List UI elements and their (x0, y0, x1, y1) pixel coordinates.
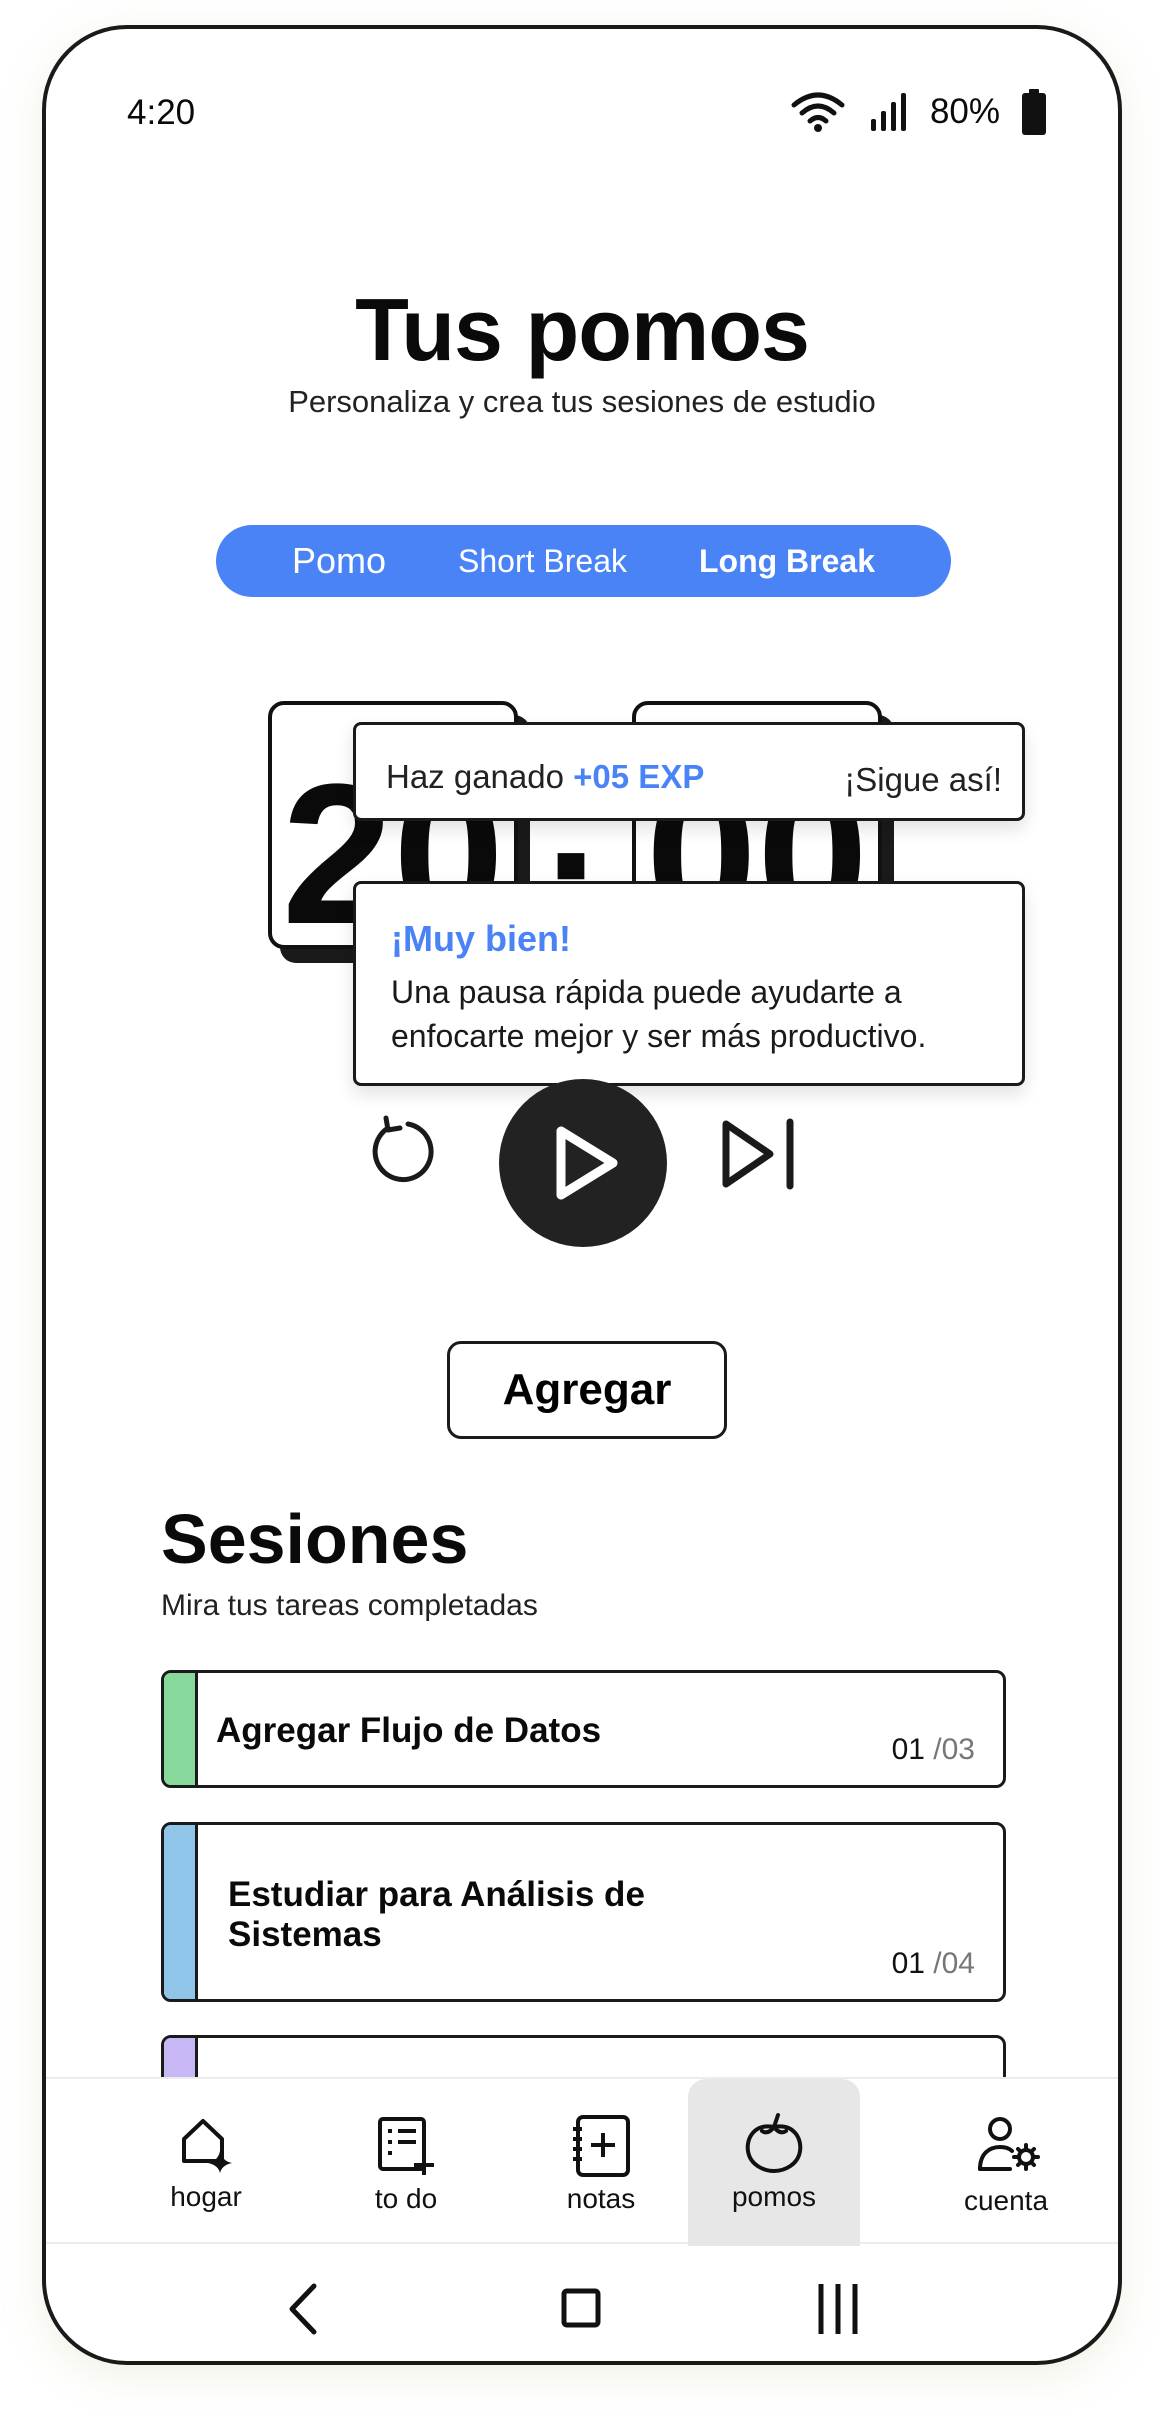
tab-short-break[interactable]: Short Break (458, 543, 627, 580)
tab-long-break[interactable]: Long Break (699, 543, 875, 580)
play-button[interactable] (499, 1079, 667, 1247)
nav-label-hogar: hogar (170, 2181, 242, 2212)
session-card[interactable]: Estudiar para Análisis de Sistemas 01 /0… (161, 1822, 1006, 2002)
session-color-strip (164, 1673, 198, 1785)
user-settings-icon (978, 2117, 1040, 2171)
session-count: 01 /03 (892, 1733, 975, 1767)
home-square-icon[interactable] (561, 2288, 601, 2328)
nav-label-pomos: pomos (731, 2181, 817, 2212)
bottom-nav: hogar to do notas pomos cuenta (46, 2077, 1118, 2246)
nav-item-todo[interactable]: to do (331, 2079, 481, 2246)
play-icon (556, 1126, 618, 1200)
nav-label-notas: notas (566, 2183, 636, 2214)
signal-icon (870, 93, 906, 131)
exp-amount: +05 EXP (573, 758, 705, 795)
skip-button[interactable] (718, 1114, 802, 1194)
skip-next-icon (722, 1118, 794, 1190)
tip-toast-title: ¡Muy bien! (391, 918, 571, 959)
add-session-button[interactable]: Agregar (447, 1341, 727, 1439)
session-name: Agregar Flujo de Datos (216, 1711, 602, 1750)
sessions-subtitle: Mira tus tareas completadas (161, 1589, 538, 1622)
status-time: 4:20 (127, 93, 196, 132)
notebook-add-icon (573, 2115, 630, 2177)
wifi-icon (791, 92, 845, 132)
exp-toast-text: Haz ganado +05 EXP (386, 758, 704, 796)
nav-label-cuenta: cuenta (963, 2185, 1049, 2216)
phone-frame: 4:20 80% Tus pomos Personaliza y crea tu… (42, 25, 1122, 2365)
page-subtitle: Personaliza y crea tus sesiones de estud… (288, 384, 876, 419)
battery-percent: 80% (929, 92, 1000, 131)
session-card[interactable]: Agregar Flujo de Datos 01 /03 (161, 1670, 1006, 1788)
mode-tabs: Pomo Short Break Long Break (216, 525, 951, 597)
tab-pomo[interactable]: Pomo (292, 540, 386, 582)
status-icons: 80% (790, 89, 1046, 135)
tomato-icon (745, 2113, 803, 2173)
session-count-total: /03 (933, 1733, 975, 1766)
session-color-strip (164, 1825, 198, 1999)
reset-button[interactable] (364, 1114, 440, 1190)
battery-icon (1022, 89, 1046, 135)
session-count-done: 01 (891, 1947, 925, 1980)
sessions-title: Sesiones (161, 1500, 469, 1578)
recents-icon[interactable] (816, 2282, 860, 2336)
back-icon[interactable] (284, 2282, 324, 2336)
checklist-add-icon (378, 2117, 434, 2175)
tip-toast-body: Una pausa rápida puede ayudarte a enfoca… (391, 974, 927, 1054)
exp-toast-lead: Haz ganado (386, 758, 564, 795)
tip-toast: ¡Muy bien! Una pausa rápida puede ayudar… (353, 881, 1025, 1086)
nav-item-hogar[interactable]: hogar (131, 2079, 281, 2246)
nav-label-todo: to do (374, 2183, 438, 2214)
system-nav-bar (46, 2244, 1118, 2361)
exp-toast-cheer: ¡Sigue así! (844, 761, 1002, 798)
session-count-done: 01 (891, 1733, 925, 1766)
reset-icon (372, 1115, 434, 1183)
session-name: Estudiar para Análisis de Sistemas (228, 1875, 645, 1954)
session-count-total: /04 (933, 1947, 975, 1980)
home-sparkle-icon (182, 2119, 232, 2173)
page-title: Tus pomos (355, 280, 810, 379)
exp-toast: Haz ganado +05 EXP ¡Sigue así! (353, 722, 1025, 821)
nav-item-notas[interactable]: notas (526, 2079, 676, 2246)
session-count: 01 /04 (892, 1947, 975, 1981)
nav-item-cuenta[interactable]: cuenta (926, 2079, 1086, 2246)
nav-item-pomos[interactable]: pomos (688, 2079, 860, 2246)
